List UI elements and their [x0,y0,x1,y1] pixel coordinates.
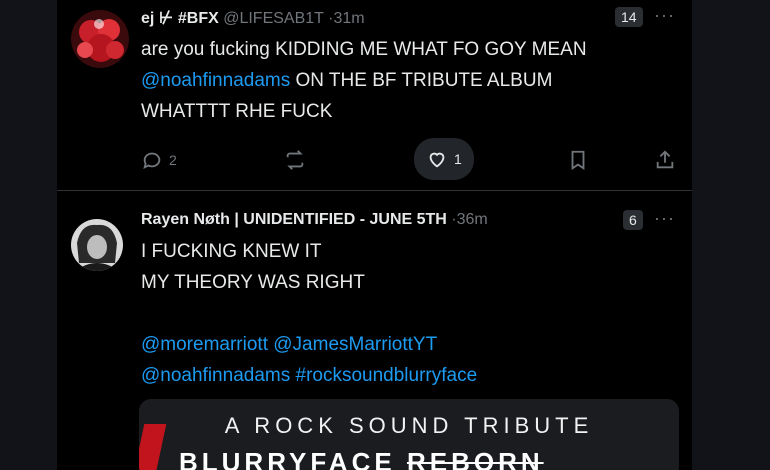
media-card[interactable]: A ROCK SOUND TRIBUTE BLURRYFACE REBORN [139,399,679,470]
card-subtitle: BLURRYFACE REBORN [179,447,544,470]
tweet-header: Rayen Nøth | UNIDENTIFIED - JUNE 5TH ·36… [141,211,488,229]
bookmark-icon [571,150,585,170]
share-icon [656,150,674,169]
avatar[interactable] [71,219,123,271]
mention-link[interactable]: @moremarriott [141,334,268,355]
timestamp[interactable]: 36m [457,211,488,228]
mention-link[interactable]: @JamesMarriottYT [273,334,437,355]
repost-button[interactable] [283,140,307,180]
display-name-suffix: ⊬ #BFX [158,10,219,27]
tweet-line: I FUCKING KNEW IT [141,241,322,262]
count-badge: 6 [623,210,643,230]
avatar[interactable] [71,10,129,68]
tweet[interactable]: ej ⊬ #BFX @LIFESAB1T ·31m 14 ··· are you… [57,0,692,190]
tweet-text: I FUCKING KNEW IT MY THEORY WAS RIGHT @m… [141,236,477,391]
card-title: A ROCK SOUND TRIBUTE [224,413,594,438]
heart-icon [429,152,445,168]
tweet-line: MY THEORY WAS RIGHT [141,272,365,293]
bookmark-button[interactable] [567,140,589,180]
tweet-line: @moremarriott @JamesMarriottYT [141,329,477,360]
action-bar: 2 1 [57,138,692,180]
reply-button[interactable]: 2 [141,140,177,180]
repost-icon [286,150,304,170]
tweet-line: @noahfinnadams #rocksoundblurryface [141,360,477,391]
handle[interactable]: @LIFESAB1T [223,10,323,27]
more-options-icon[interactable]: ··· [654,208,675,229]
display-name[interactable]: Rayen Nøth | UNIDENTIFIED - JUNE 5TH [141,211,447,228]
tweet-text: are you fucking KIDDING ME WHAT FO GOY M… [141,34,587,127]
mention-link[interactable]: @noahfinnadams [141,365,290,386]
reply-icon [143,152,161,170]
hashtag-link[interactable]: #rocksoundblurryface [296,365,478,386]
timestamp[interactable]: 31m [333,10,364,27]
count-badge: 14 [615,7,643,27]
tweet-line: WHATTTT RHE FUCK [141,101,333,122]
tweet-line: are you fucking KIDDING ME WHAT FO GOY M… [141,39,587,60]
more-options-icon[interactable]: ··· [654,5,675,26]
tweet-line: @noahfinnadams ON THE BF TRIBUTE ALBUM [141,70,553,91]
tweet-header: ej ⊬ #BFX @LIFESAB1T ·31m [141,8,365,28]
share-button[interactable] [654,140,676,180]
like-button[interactable]: 1 [414,138,474,180]
like-count: 1 [454,151,462,167]
display-name[interactable]: ej [141,10,154,27]
mention-link[interactable]: @noahfinnadams [141,70,290,91]
timeline-column: ej ⊬ #BFX @LIFESAB1T ·31m 14 ··· are you… [57,0,692,470]
reply-count: 2 [169,152,177,168]
tweet-line [141,298,477,329]
